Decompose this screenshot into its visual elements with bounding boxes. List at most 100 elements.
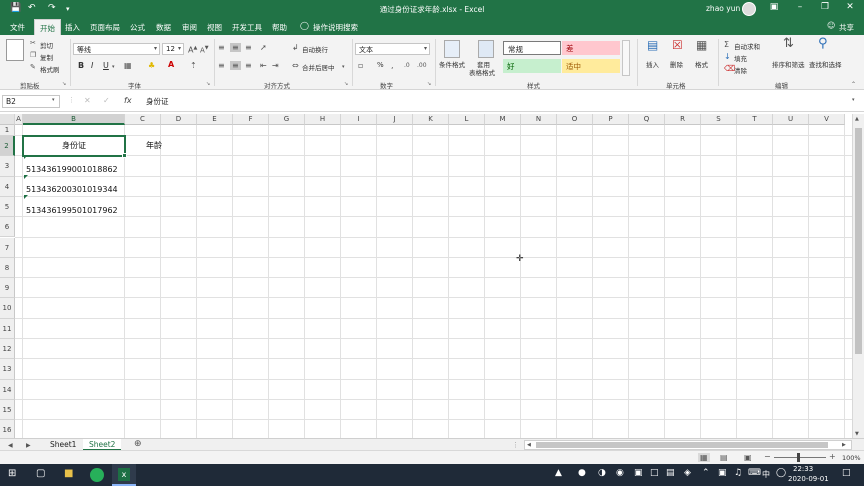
network-icon[interactable]: ▣ <box>718 468 727 478</box>
tray-app-icon[interactable]: ● <box>578 468 586 478</box>
tray-app-icon[interactable]: ▣ <box>634 468 643 478</box>
borders-icon[interactable]: ▦ <box>124 61 132 70</box>
styles-gallery-scroll[interactable] <box>622 40 630 76</box>
column-header-Q[interactable]: Q <box>629 114 665 125</box>
fill-button[interactable]: 填充 <box>734 53 747 63</box>
increase-indent-icon[interactable]: ⇥ <box>272 61 279 70</box>
row-header-6[interactable]: 6 <box>0 217 15 238</box>
insert-function-icon[interactable]: fx <box>124 96 132 105</box>
file-explorer-icon[interactable]: ■ <box>64 468 73 479</box>
find-select-icon[interactable]: ⚲ <box>818 37 828 50</box>
avatar[interactable] <box>742 2 756 16</box>
column-header-T[interactable]: T <box>737 114 773 125</box>
italic-button[interactable]: I <box>91 61 93 70</box>
column-header-R[interactable]: R <box>665 114 701 125</box>
column-header-P[interactable]: P <box>593 114 629 125</box>
autosum-icon[interactable]: Σ <box>724 40 729 49</box>
tab-home[interactable]: 开始 <box>34 19 61 35</box>
scroll-right-icon[interactable]: ▶ <box>842 441 846 450</box>
wrap-text-button[interactable]: 自动换行 <box>302 44 328 54</box>
taskbar-time[interactable]: 22:33 <box>793 465 813 473</box>
number-as-text-indicator[interactable] <box>24 155 28 159</box>
find-select-button[interactable]: 查找和选择 <box>809 59 842 69</box>
windows-start-icon[interactable]: ⊞ <box>8 468 16 479</box>
tray-app-icon[interactable]: ▤ <box>666 468 675 478</box>
tab-page-layout[interactable]: 页面布局 <box>90 22 120 33</box>
column-header-B[interactable]: B <box>23 114 125 125</box>
delete-cells-icon[interactable]: ☒ <box>672 39 683 51</box>
align-right-icon[interactable]: ≡ <box>245 61 252 70</box>
tab-data[interactable]: 数据 <box>156 22 171 33</box>
row-header-15[interactable]: 15 <box>0 399 15 421</box>
scroll-sheets-right-icon[interactable]: ▶ <box>26 441 31 450</box>
merge-center-button[interactable]: 合并后居中 <box>302 62 335 72</box>
delete-cells-button[interactable]: 删除 <box>670 59 683 69</box>
tab-file[interactable]: 文件 <box>10 22 25 33</box>
volume-icon[interactable]: ♫ <box>734 468 742 478</box>
tray-app-icon[interactable]: ◑ <box>598 468 606 478</box>
excel-app-icon[interactable]: x <box>118 468 130 481</box>
format-as-table-icon[interactable] <box>478 40 494 58</box>
column-header-E[interactable]: E <box>197 114 233 125</box>
taskbar-date[interactable]: 2020-09-01 <box>788 475 829 483</box>
format-cells-icon[interactable]: ▦ <box>696 39 707 51</box>
insert-cells-icon[interactable]: ▤ <box>647 39 658 51</box>
cell-B4[interactable]: 513436200301019344 <box>26 185 118 194</box>
style-bad[interactable]: 差 <box>562 41 620 55</box>
select-all-corner[interactable] <box>0 114 15 125</box>
number-format-dropdown[interactable]: 文本 ▾ <box>355 43 430 55</box>
cell-B5[interactable]: 513436199501017962 <box>26 206 118 215</box>
zoom-slider-thumb[interactable] <box>797 453 800 462</box>
fill-icon[interactable]: ↓ <box>724 52 731 61</box>
tray-app-icon[interactable]: ◈ <box>684 468 691 478</box>
cell-B2[interactable]: 身份证 <box>62 140 86 151</box>
row-header-8[interactable]: 8 <box>0 257 15 279</box>
cancel-entry-icon[interactable]: ✕ <box>84 96 91 105</box>
normal-view-icon[interactable]: ▦ <box>698 453 710 462</box>
close-icon[interactable]: ✕ <box>840 2 860 12</box>
chevron-down-icon[interactable]: ▾ <box>112 63 115 72</box>
vertical-scroll-thumb[interactable] <box>855 128 862 354</box>
keyboard-icon[interactable]: ⌨ <box>748 468 761 478</box>
chevron-down-icon[interactable]: ▾ <box>342 63 345 72</box>
paste-icon[interactable] <box>6 39 24 61</box>
font-color-icon[interactable]: A <box>168 60 174 69</box>
formula-input[interactable]: 身份证 <box>146 96 169 107</box>
format-painter-icon[interactable]: ✎ <box>30 63 36 72</box>
user-name[interactable]: zhao yun <box>706 4 740 13</box>
confirm-entry-icon[interactable]: ✓ <box>103 96 110 105</box>
row-header-5[interactable]: 5 <box>0 196 15 218</box>
show-hidden-icons-icon[interactable]: ⌃ <box>702 468 710 478</box>
chevron-down-icon[interactable]: ▾ <box>52 96 55 105</box>
column-header-H[interactable]: H <box>305 114 341 125</box>
font-dialog-launcher-icon[interactable]: ↘ <box>206 80 210 89</box>
column-header-K[interactable]: K <box>413 114 449 125</box>
autosum-button[interactable]: 自动求和 <box>734 41 760 51</box>
column-header-N[interactable]: N <box>521 114 557 125</box>
increase-decimal-icon[interactable]: .0 <box>404 61 410 70</box>
worksheet-grid[interactable]: ABCDEFGHIJKLMNOPQRSTUV 1 2 3 4 5 6 7 8 9 10 11 12 13… <box>0 114 852 438</box>
copy-button[interactable]: 复制 <box>40 52 53 62</box>
decrease-font-icon[interactable]: A▼ <box>200 44 209 55</box>
decrease-indent-icon[interactable]: ⇤ <box>260 61 267 70</box>
align-left-icon[interactable]: ≡ <box>218 61 225 70</box>
align-top-icon[interactable]: ≡ <box>218 43 225 52</box>
number-dialog-launcher-icon[interactable]: ↘ <box>427 80 431 89</box>
restore-icon[interactable]: ❐ <box>815 2 835 12</box>
scroll-left-icon[interactable]: ◀ <box>527 441 531 450</box>
column-header-J[interactable]: J <box>377 114 413 125</box>
column-header-L[interactable]: L <box>449 114 485 125</box>
page-layout-view-icon[interactable]: ▤ <box>720 453 728 462</box>
column-header-A[interactable]: A <box>15 114 23 125</box>
align-center-icon[interactable]: ≡ <box>230 61 241 70</box>
fill-handle[interactable] <box>122 153 127 159</box>
column-header-M[interactable]: M <box>485 114 521 125</box>
row-header-3[interactable]: 3 <box>0 156 15 177</box>
tab-help[interactable]: 帮助 <box>272 22 287 33</box>
ribbon-display-options-icon[interactable]: ▣ <box>764 2 784 12</box>
style-good[interactable]: 好 <box>503 59 561 73</box>
format-as-table-button-line2[interactable]: 表格格式 <box>469 67 495 77</box>
tab-view[interactable]: 视图 <box>207 22 222 33</box>
column-header-G[interactable]: G <box>269 114 305 125</box>
conditional-format-button[interactable]: 条件格式 <box>439 59 465 69</box>
